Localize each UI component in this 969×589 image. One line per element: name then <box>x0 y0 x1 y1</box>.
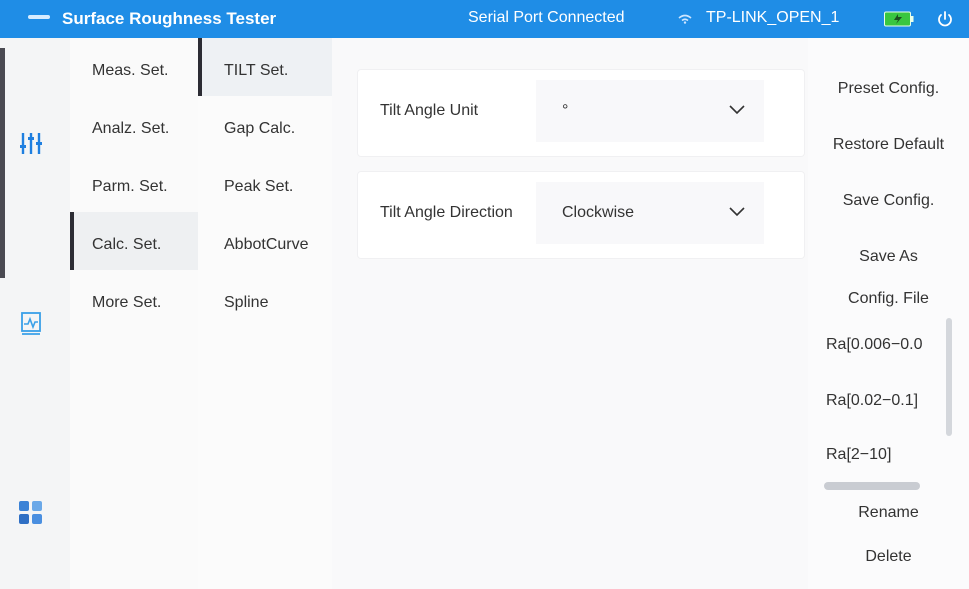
settings-category-menu: Meas. Set. Analz. Set. Parm. Set. Calc. … <box>70 38 198 589</box>
tilt-angle-direction-row: Tilt Angle Direction Clockwise <box>358 172 804 258</box>
menu-item-analz-set[interactable]: Analz. Set. <box>70 96 198 154</box>
tilt-settings-panel: Tilt Angle Unit ° Tilt Angle Direction C… <box>332 38 808 589</box>
calc-submenu: TILT Set. Gap Calc. Peak Set. AbbotCurve… <box>198 38 332 589</box>
config-file-item[interactable]: Ra[0.02−0.1] <box>826 392 944 410</box>
sliders-icon[interactable] <box>16 128 46 158</box>
config-file-item[interactable]: Ra[2−10] <box>826 446 944 464</box>
submenu-item-tilt-set[interactable]: TILT Set. <box>198 38 332 96</box>
config-file-label: Config. File <box>848 290 929 307</box>
save-as-button[interactable]: Save As <box>808 248 969 288</box>
submenu-item-peak-set[interactable]: Peak Set. <box>198 154 332 212</box>
tilt-angle-unit-value: ° <box>562 102 569 119</box>
serial-port-status: Serial Port Connected <box>468 9 625 26</box>
menu-item-calc-set[interactable]: Calc. Set. <box>70 212 198 270</box>
chart-icon[interactable] <box>16 308 46 338</box>
tilt-angle-direction-select[interactable]: Clockwise <box>536 182 764 244</box>
preset-config-button[interactable]: Preset Config. <box>808 80 969 120</box>
wifi-network-name: TP-LINK_OPEN_1 <box>706 9 840 26</box>
chevron-down-icon <box>729 105 745 115</box>
grid-apps-icon[interactable] <box>16 498 46 528</box>
tilt-angle-unit-select[interactable]: ° <box>536 80 764 142</box>
menu-icon[interactable] <box>28 15 50 19</box>
save-config-button[interactable]: Save Config. <box>808 192 969 232</box>
tilt-angle-unit-label: Tilt Angle Unit <box>380 102 479 119</box>
submenu-item-spline[interactable]: Spline <box>198 270 332 328</box>
delete-button[interactable]: Delete <box>808 548 969 588</box>
menu-item-meas-set[interactable]: Meas. Set. <box>70 38 198 96</box>
file-list-scrollbar[interactable] <box>946 318 952 436</box>
submenu-item-abbot-curve[interactable]: AbbotCurve <box>198 212 332 270</box>
submenu-item-gap-calc[interactable]: Gap Calc. <box>198 96 332 154</box>
config-file-item[interactable]: Ra[0.006−0.0 <box>826 336 944 354</box>
restore-default-button[interactable]: Restore Default <box>808 136 969 176</box>
power-icon[interactable] <box>936 10 954 28</box>
tilt-angle-direction-label: Tilt Angle Direction <box>380 204 513 221</box>
tilt-angle-direction-value: Clockwise <box>562 204 635 221</box>
file-list-horizontal-scrollbar[interactable] <box>824 482 920 490</box>
rename-button[interactable]: Rename <box>808 504 969 544</box>
app-title: Surface Roughness Tester <box>62 9 277 28</box>
config-actions-panel: Preset Config. Restore Default Save Conf… <box>808 38 969 589</box>
left-icon-rail <box>0 38 70 589</box>
chevron-down-icon <box>729 207 745 217</box>
wifi-icon <box>678 14 692 24</box>
rail-active-indicator <box>0 48 5 278</box>
title-bar: Surface Roughness Tester Serial Port Con… <box>0 0 969 38</box>
menu-item-parm-set[interactable]: Parm. Set. <box>70 154 198 212</box>
battery-icon <box>884 11 914 27</box>
tilt-angle-unit-row: Tilt Angle Unit ° <box>358 70 804 156</box>
menu-item-more-set[interactable]: More Set. <box>70 270 198 328</box>
